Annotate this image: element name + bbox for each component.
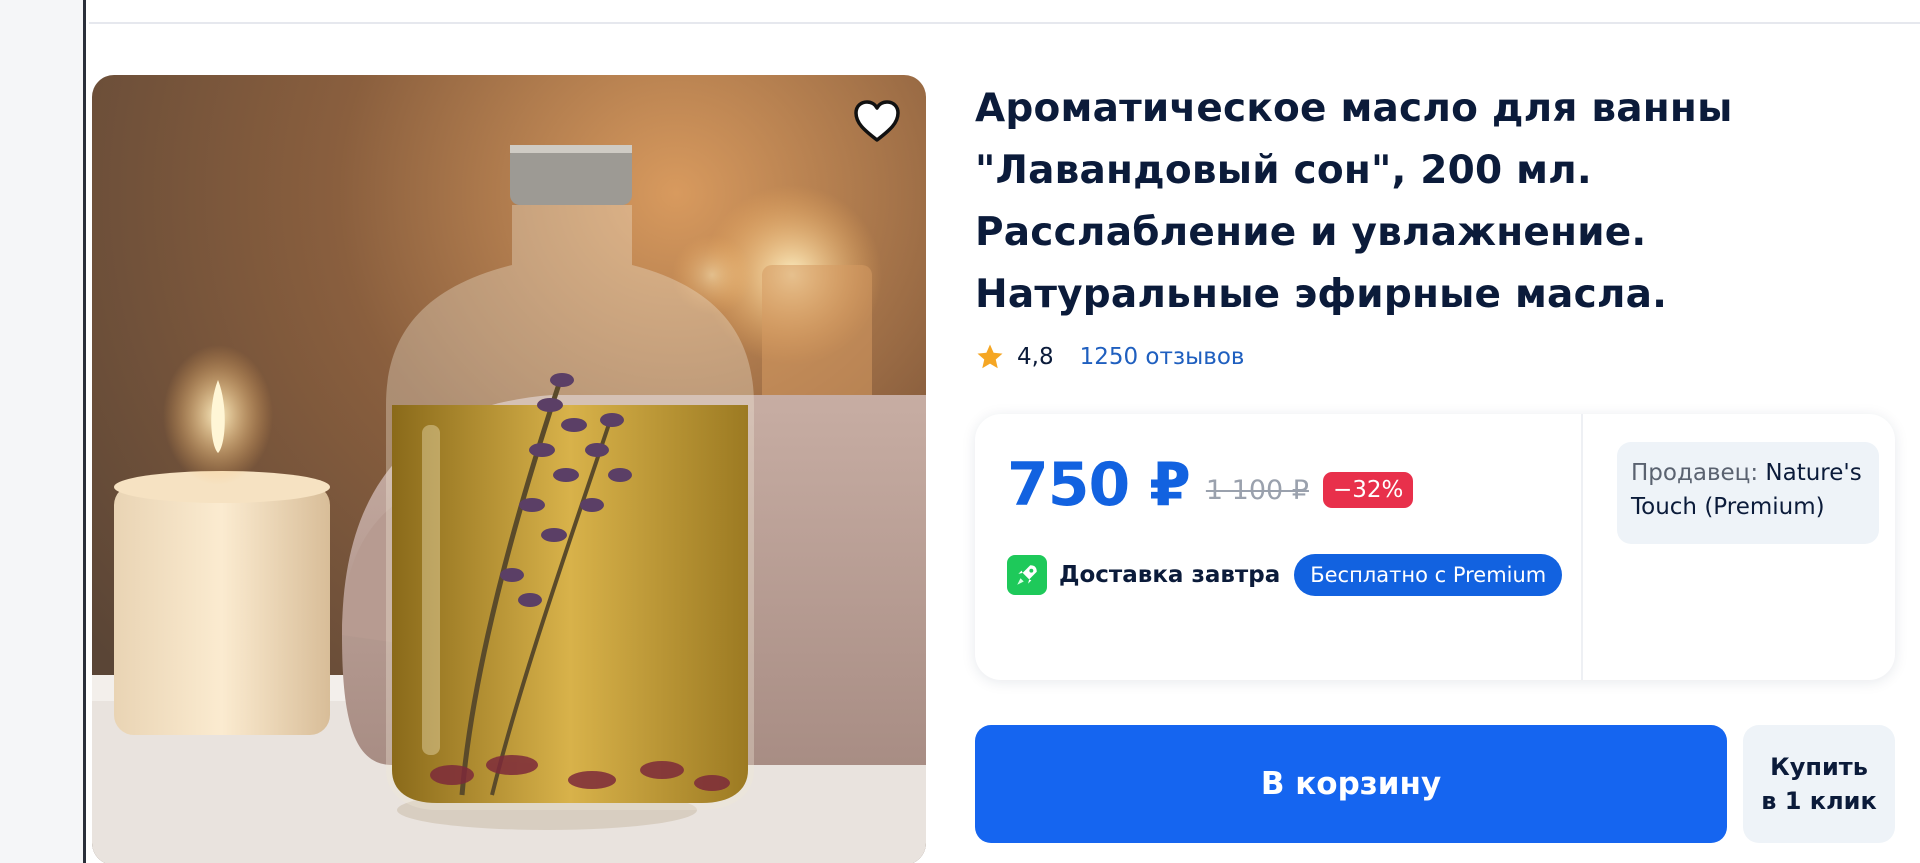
- product-image[interactable]: [92, 75, 926, 863]
- buy-one-click-line1: Купить: [1770, 753, 1868, 781]
- price-block: 750 ₽ 1 100 ₽ −32%: [1007, 450, 1414, 520]
- left-edge-panel: [0, 0, 86, 863]
- buy-one-click-button[interactable]: Купить в 1 клик: [1743, 725, 1895, 843]
- buy-one-click-line2: в 1 клик: [1761, 787, 1877, 815]
- old-price: 1 100 ₽: [1205, 474, 1309, 506]
- discount-badge: −32%: [1322, 472, 1414, 508]
- product-title: Ароматическое масло для ванны "Лавандовы…: [975, 86, 1733, 317]
- rocket-icon: [1007, 555, 1047, 595]
- star-icon: [977, 344, 1003, 369]
- rating-row: 4,8 1250 отзывов: [975, 340, 1244, 374]
- favorite-button[interactable]: [852, 98, 902, 144]
- delivery-label: Доставка завтра: [1059, 562, 1281, 588]
- add-to-cart-button[interactable]: В корзину: [975, 725, 1727, 843]
- rating-value: 4,8: [1017, 344, 1054, 370]
- premium-badge[interactable]: Бесплатно с Premium: [1294, 554, 1563, 596]
- price-card: 750 ₽ 1 100 ₽ −32% Доставка завтра Беспл…: [975, 414, 1895, 680]
- seller-info[interactable]: Продавец: Nature's Touch (Premium): [1617, 442, 1879, 544]
- heart-outline-icon: [854, 100, 900, 142]
- reviews-link[interactable]: 1250 отзывов: [1080, 344, 1245, 370]
- product-photo-illustration: [92, 75, 926, 863]
- seller-prefix: Продавец:: [1631, 460, 1759, 486]
- current-price: 750 ₽: [1007, 450, 1191, 520]
- top-bar: [89, 0, 1920, 24]
- price-card-divider: [1581, 414, 1583, 680]
- delivery-row: Доставка завтра Бесплатно с Premium: [1007, 554, 1563, 596]
